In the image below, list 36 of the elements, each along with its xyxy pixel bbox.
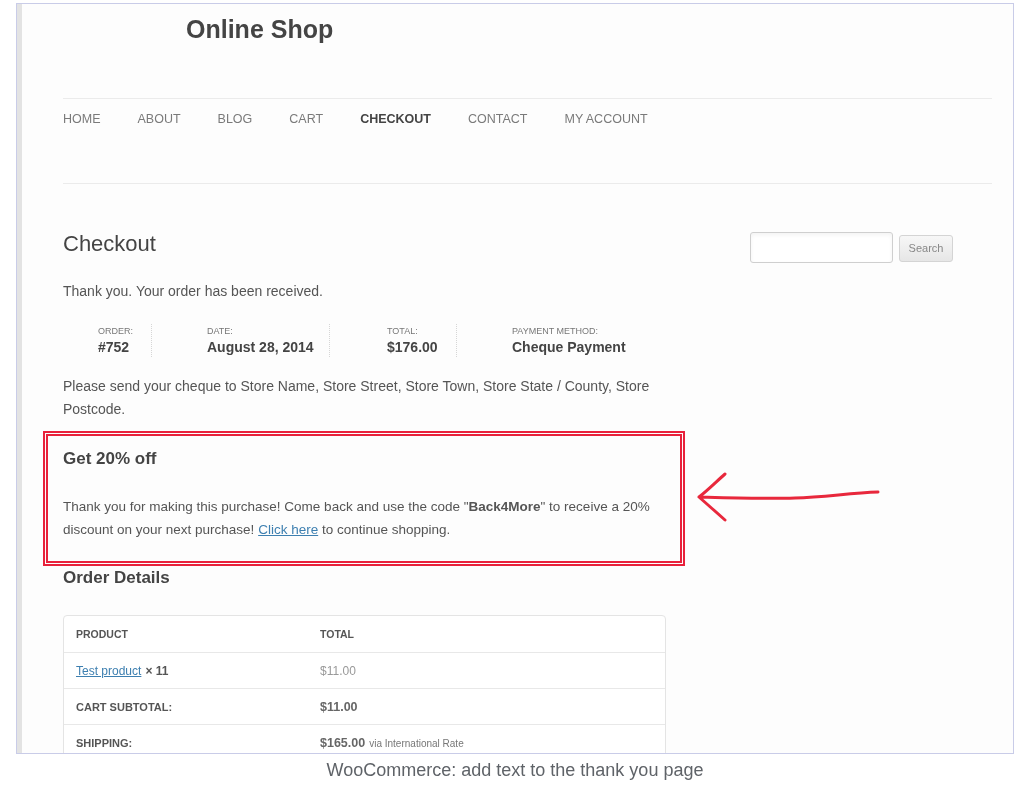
overview-label: DATE:	[207, 325, 233, 337]
overview-label: PAYMENT METHOD:	[512, 325, 598, 337]
section-title: Order Details	[63, 567, 170, 589]
nav-link[interactable]: MY ACCOUNT	[564, 111, 648, 127]
overview-value: $176.00	[387, 338, 438, 356]
search-field[interactable]	[750, 232, 893, 263]
table-cell: $11.00	[320, 662, 356, 679]
overview-label: ORDER:	[98, 325, 133, 337]
search-button[interactable]: Search	[899, 235, 953, 262]
site-title[interactable]: Online Shop	[186, 15, 334, 43]
nav-link[interactable]: HOME	[63, 111, 101, 127]
nav-link[interactable]: CART	[289, 111, 324, 127]
image-caption: WooCommerce: add text to the thank you page	[326, 759, 704, 781]
payment-instructions: Please send your cheque to Store Name, Store Street, Store Town, Store State / County, Store Postcode.	[63, 377, 651, 419]
table-cell-text: SHIPPING:	[76, 735, 133, 751]
promo-title: Get 20% off	[63, 448, 158, 470]
overview-value: #752	[98, 338, 130, 356]
table-cell: $11.00	[320, 698, 358, 715]
column-header: PRODUCT	[76, 627, 128, 641]
shipping-method-note: via International Rate	[369, 736, 464, 751]
nav-link[interactable]: CONTACT	[467, 111, 528, 127]
nav-link[interactable]: ABOUT	[137, 111, 181, 127]
overview-label: TOTAL:	[387, 325, 418, 337]
promo-message: Thank you for making this purchase! Come back and use the code "Back4More" to receive a 20% discount on your next purchase! Click here to continue shopping.	[63, 498, 651, 539]
nav-link[interactable]: CHECKOUT	[360, 111, 431, 127]
quantity-label: × 11	[145, 662, 169, 679]
table-cell-text: CART SUBTOTAL:	[76, 699, 173, 715]
product-link[interactable]: Test product	[76, 662, 142, 679]
order-received-notice: Thank you. Your order has been received.	[63, 282, 323, 301]
continue-shopping-link[interactable]: Click here	[258, 522, 319, 537]
overview-value: Cheque Payment	[512, 338, 626, 356]
page-title: Checkout	[63, 230, 156, 258]
column-header: TOTAL	[320, 627, 355, 641]
table-cell: $165.00	[320, 734, 366, 751]
overview-value: August 28, 2014	[207, 338, 314, 356]
nav-link[interactable]: BLOG	[217, 111, 253, 127]
